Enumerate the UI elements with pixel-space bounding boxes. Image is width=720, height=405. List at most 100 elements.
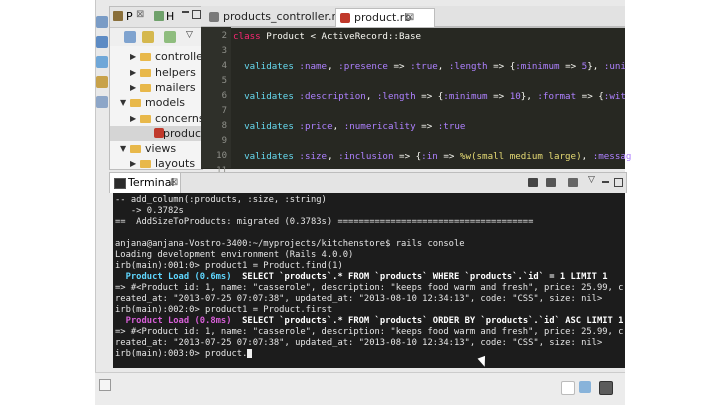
remote-terminal-icon[interactable]	[546, 178, 556, 187]
tab-label: products_controller.rb	[223, 10, 344, 23]
terminal-prompt-line[interactable]: irb(main):003:0> product.	[115, 349, 253, 360]
terminal-tab-label: Terminal	[128, 176, 175, 189]
line-number: 10	[216, 151, 227, 161]
tree-item[interactable]: ▶ mailers	[110, 80, 202, 95]
terminal-line-sql: Product Load (0.6ms) SELECT `products`.*…	[115, 272, 608, 283]
hierarchy-tab-icon[interactable]	[154, 11, 164, 21]
tree-item-label: product.rb	[163, 127, 202, 140]
collapse-all-icon[interactable]	[124, 31, 136, 43]
code-line: validates :description, :length => {:min…	[244, 91, 626, 102]
restore-icon[interactable]	[96, 16, 108, 28]
right-margin	[625, 0, 720, 404]
minimize-icon[interactable]	[602, 181, 609, 183]
line-number: 8	[221, 121, 227, 131]
terminal-tabbar: Terminal ⊠ ▽	[109, 172, 627, 193]
servers-icon[interactable]	[96, 76, 108, 88]
terminal-line: reated_at: "2013-07-25 07:07:38", update…	[115, 338, 603, 348]
tree-item[interactable]: ▶ concerns	[110, 111, 202, 126]
package-icon	[113, 11, 123, 21]
new-window-icon[interactable]	[561, 381, 575, 395]
terminal-line: irb(main):001:0> product1 = Product.find…	[115, 261, 343, 271]
terminal-line: -- add_column(:products, :size, :string)	[115, 195, 327, 205]
view-menu-chevron-down-icon[interactable]: ▽	[588, 175, 595, 185]
terminal-line: irb(main):002:0> product1 = Product.firs…	[115, 305, 333, 315]
sql-load-label: Product Load (0.8ms)	[125, 316, 232, 326]
pin-terminal-icon[interactable]	[568, 178, 578, 187]
tree-item[interactable]: product.rb	[110, 126, 202, 141]
collapsed-arrow-icon[interactable]: ▶	[130, 80, 136, 95]
collapsed-arrow-icon[interactable]: ▶	[130, 65, 136, 80]
folder-icon	[140, 53, 151, 61]
maximize-icon[interactable]	[192, 10, 201, 19]
fast-view-icon[interactable]	[99, 379, 111, 391]
tab-products-controller[interactable]: products_controller.rb	[205, 8, 349, 26]
package-explorer: P ⊠ H ▽ ▶ controllers ▶ helpers ▶ mailers ▼ mod…	[109, 6, 203, 170]
terminal-line-sql: Product Load (0.8ms) SELECT `products`.*…	[115, 316, 624, 327]
tree-item[interactable]: ▶ controllers	[110, 49, 202, 64]
tree-item[interactable]: ▼ views	[110, 141, 202, 156]
tab-hierarchy[interactable]: H	[166, 10, 174, 23]
ruby-file-icon	[340, 13, 350, 23]
code-line: validates :name, :presence => :true, :le…	[244, 61, 626, 72]
prompt-text: irb(main):003:0> product.	[115, 349, 248, 359]
terminal-line: anjana@anjana-Vostro-3400:~/myprojects/k…	[115, 239, 465, 249]
tree-item[interactable]: ▶ layouts	[110, 156, 202, 170]
code-line: validates :size, :inclusion => {:in => %…	[244, 151, 632, 162]
sql-query: SELECT `products`.* FROM `products` ORDE…	[242, 316, 624, 326]
new-terminal-icon[interactable]	[528, 178, 538, 187]
package-explorer-tabbar: P ⊠ H	[110, 7, 202, 28]
collapsed-arrow-icon[interactable]: ▶	[130, 111, 136, 126]
folder-icon	[140, 160, 151, 168]
open-perspective-icon[interactable]	[579, 381, 591, 393]
tree-item-label: mailers	[155, 81, 196, 94]
expanded-arrow-icon[interactable]: ▼	[120, 95, 126, 110]
terminal-output[interactable]: -- add_column(:products, :size, :string)…	[113, 193, 625, 368]
line-number: 6	[221, 91, 227, 101]
close-tab-icon[interactable]: ⊠	[406, 9, 414, 27]
tree-item-label: layouts	[155, 157, 196, 170]
folder-icon	[140, 84, 151, 92]
data-source-icon[interactable]	[96, 96, 108, 108]
view-menu-chevron-down-icon[interactable]: ▽	[186, 30, 193, 40]
side-toolbar	[95, 6, 109, 146]
sql-query: SELECT `products`.* FROM `products` WHER…	[242, 272, 608, 282]
tab-product-rb[interactable]: product.rb ⊠	[335, 8, 435, 27]
terminal-line: -> 0.3782s	[115, 206, 184, 216]
folder-icon	[130, 99, 141, 107]
folder-icon	[140, 69, 151, 77]
hierarchy-icon[interactable]	[96, 56, 108, 68]
expanded-arrow-icon[interactable]: ▼	[120, 141, 126, 156]
editor-tabbar: products_controller.rb product.rb ⊠	[201, 6, 625, 27]
terminal-line: => #<Product id: 1, name: "casserole", d…	[115, 327, 624, 337]
line-number: 9	[221, 136, 227, 146]
line-number: 3	[221, 46, 227, 56]
tab-package-explorer[interactable]: P	[126, 10, 133, 23]
close-icon[interactable]: ⊠	[170, 173, 178, 193]
terminal-perspective-icon[interactable]	[599, 381, 613, 395]
line-number: 5	[221, 76, 227, 86]
outline-icon[interactable]	[96, 36, 108, 48]
close-icon[interactable]: ⊠	[136, 9, 144, 20]
tab-terminal[interactable]: Terminal ⊠	[110, 173, 181, 193]
tree-item-label: helpers	[155, 66, 196, 79]
terminal-line: => #<Product id: 1, name: "casserole", d…	[115, 283, 624, 293]
terminal-line: == AddSizeToProducts: migrated (0.3783s)…	[115, 217, 534, 227]
tree-item-label: concerns	[155, 112, 203, 125]
link-editor-icon[interactable]	[142, 31, 154, 43]
maximize-icon[interactable]	[614, 178, 623, 187]
ruby-file-icon	[209, 12, 219, 22]
line-number: 7	[221, 106, 227, 116]
collapsed-arrow-icon[interactable]: ▶	[130, 156, 136, 169]
tree-item[interactable]: ▼ models	[110, 95, 202, 110]
line-number: 4	[221, 61, 227, 71]
folder-icon	[140, 115, 151, 123]
mouse-pointer-icon	[477, 355, 489, 368]
minimize-icon[interactable]	[182, 11, 189, 13]
status-bar	[95, 372, 625, 405]
collapsed-arrow-icon[interactable]: ▶	[130, 49, 136, 64]
line-number-gutter: 23456789101112	[201, 27, 231, 191]
tab-label: product.rb	[354, 11, 412, 24]
tree-item[interactable]: ▶ helpers	[110, 65, 202, 80]
filter-icon[interactable]	[164, 31, 176, 43]
sql-load-label: Product Load (0.6ms)	[125, 272, 232, 282]
